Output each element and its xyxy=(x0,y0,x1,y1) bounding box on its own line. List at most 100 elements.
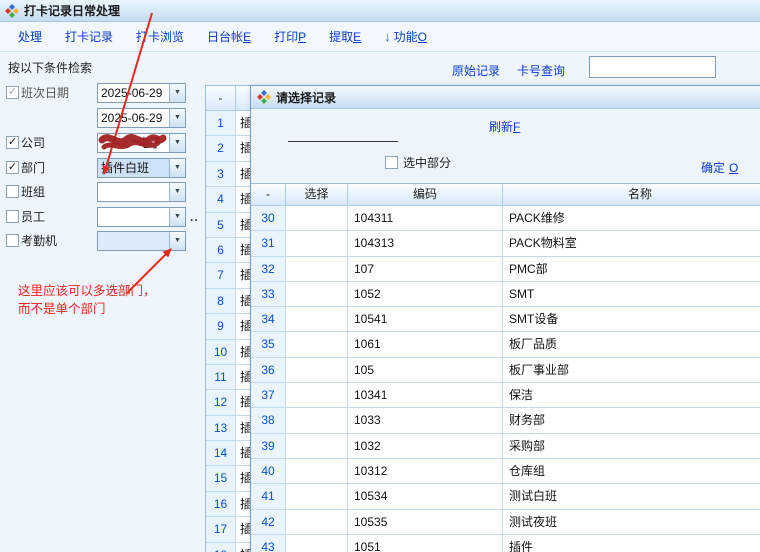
department-dropdown[interactable]: 插件白班 ▼ xyxy=(97,158,186,178)
row-code-cell[interactable]: 1052 xyxy=(348,282,503,307)
record-row-number[interactable]: 3 xyxy=(206,162,236,187)
window-titlebar[interactable]: 打卡记录日常处理 xyxy=(0,0,760,22)
menu-item-daily-ledger[interactable]: 日台帐E xyxy=(207,28,251,45)
row-number-cell[interactable]: 37 xyxy=(251,383,286,408)
row-number-cell[interactable]: 31 xyxy=(251,231,286,256)
menu-item-punch-browse[interactable]: 打卡浏览 xyxy=(136,28,184,45)
record-row-number[interactable]: 1 xyxy=(206,111,236,136)
record-row-number[interactable]: 17 xyxy=(206,517,236,542)
record-row-number[interactable]: 18 xyxy=(206,543,236,552)
row-name-cell[interactable]: 保洁 xyxy=(503,383,760,408)
record-row-number[interactable]: 16 xyxy=(206,492,236,517)
dropdown-arrow-icon[interactable]: ▼ xyxy=(169,84,185,102)
menu-item-process[interactable]: 处理 xyxy=(18,28,42,45)
row-name-cell[interactable]: SMT xyxy=(503,282,760,307)
row-code-cell[interactable]: 1032 xyxy=(348,434,503,459)
card-query-input[interactable] xyxy=(589,56,716,78)
row-select-cell[interactable] xyxy=(286,231,348,256)
dropdown-arrow-icon[interactable]: ▼ xyxy=(169,109,185,127)
row-select-cell[interactable] xyxy=(286,206,348,231)
record-row-number[interactable]: 14 xyxy=(206,441,236,466)
row-code-cell[interactable]: 104311 xyxy=(348,206,503,231)
dialog-grid-row[interactable]: 38 1033 财务部 xyxy=(251,408,760,433)
row-select-cell[interactable] xyxy=(286,358,348,383)
record-row-number[interactable]: 5 xyxy=(206,213,236,238)
dialog-titlebar[interactable]: 请选择记录 xyxy=(251,86,760,109)
confirm-link[interactable]: 确定O xyxy=(701,159,738,176)
record-row-number[interactable]: 9 xyxy=(206,314,236,339)
record-row-number[interactable]: 4 xyxy=(206,187,236,212)
record-row-number[interactable]: 15 xyxy=(206,466,236,491)
dropdown-arrow-icon[interactable]: ▼ xyxy=(169,208,185,226)
row-number-cell[interactable]: 30 xyxy=(251,206,286,231)
refresh-link[interactable]: 刷新F xyxy=(489,118,520,135)
header-code[interactable]: 编码 xyxy=(348,184,503,206)
header-select[interactable]: 选择 xyxy=(286,184,348,206)
header-index[interactable]: - xyxy=(251,184,286,206)
partial-select-checkbox[interactable] xyxy=(385,156,398,169)
row-select-cell[interactable] xyxy=(286,484,348,509)
menu-item-functions[interactable]: ↓功能O xyxy=(384,28,427,45)
row-select-cell[interactable] xyxy=(286,307,348,332)
row-name-cell[interactable]: SMT设备 xyxy=(503,307,760,332)
record-row-number[interactable]: 10 xyxy=(206,340,236,365)
record-row-number[interactable]: 11 xyxy=(206,365,236,390)
row-code-cell[interactable]: 10541 xyxy=(348,307,503,332)
row-name-cell[interactable]: 插件 xyxy=(503,535,760,552)
row-name-cell[interactable]: 仓库组 xyxy=(503,459,760,484)
row-name-cell[interactable]: 板厂品质 xyxy=(503,332,760,357)
dialog-grid-row[interactable]: 35 1061 板厂品质 xyxy=(251,332,760,357)
row-number-cell[interactable]: 33 xyxy=(251,282,286,307)
dialog-grid-row[interactable]: 31 104313 PACK物料室 xyxy=(251,231,760,256)
date-from-dropdown[interactable]: 2025-06-29 ▼ xyxy=(97,83,186,103)
row-name-cell[interactable]: PMC部 xyxy=(503,257,760,282)
dialog-grid-row[interactable]: 34 10541 SMT设备 xyxy=(251,307,760,332)
row-number-cell[interactable]: 38 xyxy=(251,408,286,433)
row-select-cell[interactable] xyxy=(286,408,348,433)
company-dropdown[interactable]: 电子 ▼ xyxy=(97,133,186,153)
row-number-cell[interactable]: 40 xyxy=(251,459,286,484)
menu-item-print[interactable]: 打印P xyxy=(274,28,306,45)
row-name-cell[interactable]: 测试夜班 xyxy=(503,510,760,535)
dialog-grid-row[interactable]: 36 105 板厂事业部 xyxy=(251,358,760,383)
record-row-number[interactable]: 6 xyxy=(206,238,236,263)
row-number-cell[interactable]: 43 xyxy=(251,535,286,552)
row-code-cell[interactable]: 10341 xyxy=(348,383,503,408)
dialog-grid-row[interactable]: 40 10312 仓库组 xyxy=(251,459,760,484)
record-row-number[interactable]: 7 xyxy=(206,263,236,288)
dropdown-arrow-icon[interactable]: ▼ xyxy=(169,232,185,250)
row-select-cell[interactable] xyxy=(286,282,348,307)
row-number-cell[interactable]: 39 xyxy=(251,434,286,459)
record-row-number[interactable]: 2 xyxy=(206,136,236,161)
row-number-cell[interactable]: 34 xyxy=(251,307,286,332)
machine-dropdown[interactable]: ▼ xyxy=(97,231,186,251)
row-number-cell[interactable]: 35 xyxy=(251,332,286,357)
row-name-cell[interactable]: 采购部 xyxy=(503,434,760,459)
row-select-cell[interactable] xyxy=(286,257,348,282)
row-name-cell[interactable]: 测试白班 xyxy=(503,484,760,509)
row-name-cell[interactable]: PACK物料室 xyxy=(503,231,760,256)
record-row-number[interactable]: 12 xyxy=(206,390,236,415)
dropdown-arrow-icon[interactable]: ▼ xyxy=(169,159,185,177)
dialog-grid-row[interactable]: 37 10341 保洁 xyxy=(251,383,760,408)
header-name[interactable]: 名称 xyxy=(503,184,760,206)
row-select-cell[interactable] xyxy=(286,434,348,459)
row-code-cell[interactable]: 104313 xyxy=(348,231,503,256)
row-select-cell[interactable] xyxy=(286,459,348,484)
dialog-grid-row[interactable]: 39 1032 采购部 xyxy=(251,434,760,459)
row-code-cell[interactable]: 1051 xyxy=(348,535,503,552)
dialog-grid-row[interactable]: 33 1052 SMT xyxy=(251,282,760,307)
row-name-cell[interactable]: 财务部 xyxy=(503,408,760,433)
dropdown-arrow-icon[interactable]: ▼ xyxy=(169,134,185,152)
card-query-link[interactable]: 卡号查询 xyxy=(517,62,565,79)
record-row-number[interactable]: 13 xyxy=(206,416,236,441)
row-code-cell[interactable]: 1033 xyxy=(348,408,503,433)
employee-more-button[interactable]: .. xyxy=(190,210,199,224)
row-select-cell[interactable] xyxy=(286,535,348,552)
team-checkbox[interactable] xyxy=(6,185,19,198)
row-name-cell[interactable]: PACK维修 xyxy=(503,206,760,231)
row-code-cell[interactable]: 10534 xyxy=(348,484,503,509)
dialog-grid-row[interactable]: 30 104311 PACK维修 xyxy=(251,206,760,231)
row-number-cell[interactable]: 42 xyxy=(251,510,286,535)
dialog-grid-row[interactable]: 32 107 PMC部 xyxy=(251,257,760,282)
